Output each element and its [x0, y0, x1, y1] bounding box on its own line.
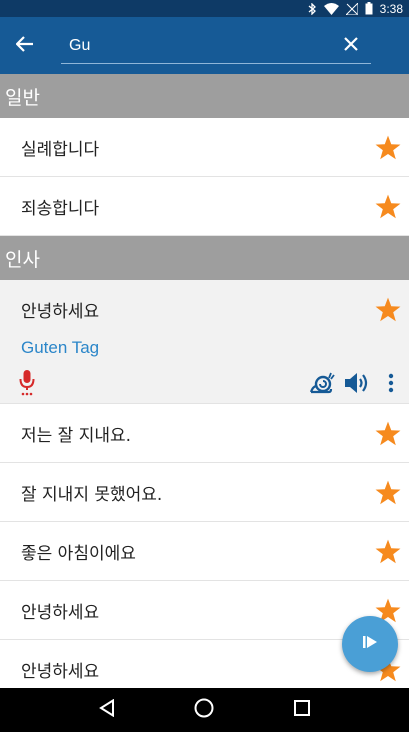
star-icon[interactable] [371, 416, 405, 450]
home-circle-icon [194, 698, 214, 722]
list-item[interactable]: 저는 잘 지내요. [0, 404, 409, 463]
slow-playback-button[interactable] [307, 370, 337, 400]
speaker-icon [344, 371, 372, 399]
phrase-list: 일반 실례합니다 죄송합니다 인사 안녕하세요 Guten Tag 저는 잘 지… [0, 74, 409, 688]
nav-recents-button[interactable] [280, 688, 324, 732]
star-icon[interactable] [371, 130, 405, 164]
status-time: 3:38 [379, 1, 403, 16]
list-item[interactable]: 잘 지내지 못했어요. [0, 463, 409, 522]
no-signal-icon [345, 2, 358, 15]
star-icon[interactable] [371, 534, 405, 568]
back-button[interactable] [0, 17, 50, 74]
play-icon [362, 634, 378, 654]
translation-text: Guten Tag [21, 338, 100, 357]
phrase-text: 죄송합니다 [21, 198, 100, 219]
clear-search-button[interactable] [331, 28, 371, 64]
list-item[interactable]: 좋은 아침이에요 [0, 522, 409, 581]
slow-playback-icon [309, 372, 335, 398]
system-nav-bar [0, 688, 409, 732]
nav-home-button[interactable] [182, 688, 226, 732]
phrase-text: 안녕하세요 [21, 661, 100, 682]
status-bar: 3:38 [0, 0, 409, 17]
speaker-button[interactable] [337, 370, 379, 400]
phrase-text: 저는 잘 지내요. [21, 425, 132, 446]
section-header-general: 일반 [0, 74, 409, 118]
recents-square-icon [294, 700, 311, 720]
record-button[interactable] [14, 370, 40, 400]
phrase-text: 안녕하세요 [21, 602, 100, 623]
mic-icon [19, 370, 35, 400]
search-input[interactable] [61, 28, 331, 63]
phrase-text: 안녕하세요 [21, 301, 100, 322]
arrow-back-icon [15, 35, 34, 56]
list-item[interactable]: 죄송합니다 [0, 177, 409, 236]
star-icon[interactable] [371, 292, 405, 326]
battery-icon [365, 2, 373, 15]
section-title: 일반 [5, 86, 40, 109]
app-bar [0, 17, 409, 74]
section-title: 인사 [5, 248, 40, 271]
more-vert-icon [388, 373, 394, 397]
back-triangle-icon [98, 698, 115, 721]
more-options-button[interactable] [379, 370, 403, 400]
phrase-text: 잘 지내지 못했어요. [21, 484, 163, 505]
close-icon [344, 36, 358, 55]
bluetooth-icon [308, 2, 317, 15]
phrase-text: 좋은 아침이에요 [21, 543, 136, 564]
search-field [61, 28, 371, 64]
phrase-text: 실례합니다 [21, 139, 100, 160]
wifi-icon [323, 2, 339, 15]
list-item[interactable]: 실례합니다 [0, 118, 409, 177]
nav-back-button[interactable] [85, 688, 129, 732]
star-icon[interactable] [371, 189, 405, 223]
expanded-list-item[interactable]: 안녕하세요 Guten Tag [0, 280, 409, 404]
section-header-greetings: 인사 [0, 236, 409, 280]
star-icon[interactable] [371, 475, 405, 509]
play-all-button[interactable] [342, 616, 398, 672]
